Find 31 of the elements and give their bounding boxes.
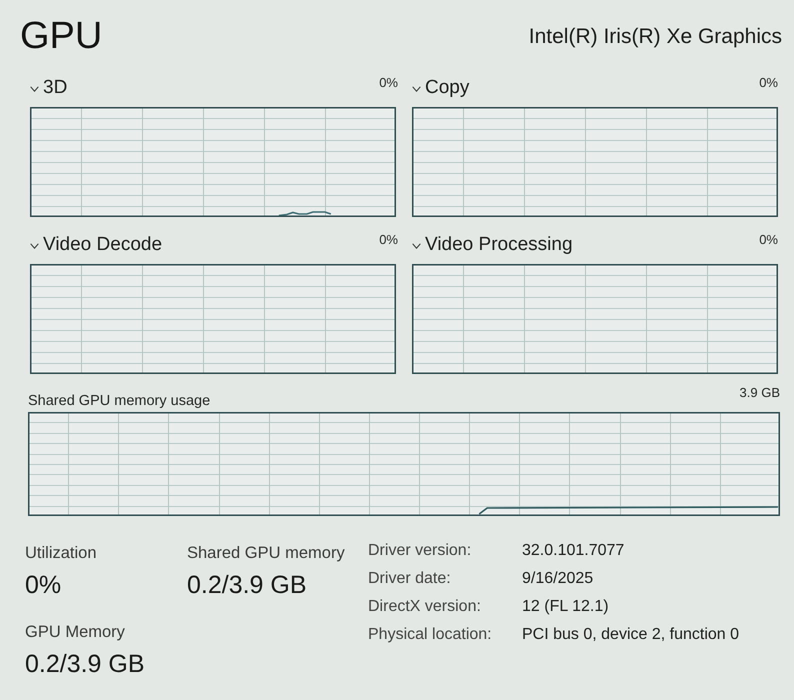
engine-selector[interactable]: Video Processing — [412, 233, 573, 257]
detail-label: Driver version: — [368, 541, 472, 561]
engine-selector[interactable]: Copy — [412, 76, 470, 100]
graph-label: Shared GPU memory usage — [28, 392, 210, 410]
usage-reading: 0% — [379, 231, 398, 249]
device-name: Intel(R) Iris(R) Xe Graphics — [528, 24, 782, 50]
detail-value: PCI bus 0, device 2, function 0 — [522, 625, 740, 645]
stat-value: 0.2/3.9 GB — [25, 649, 146, 680]
usage-reading: 0% — [759, 231, 778, 249]
caret-icon — [30, 243, 39, 249]
graph-max-reading: 3.9 GB — [740, 384, 780, 402]
detail-value: 9/16/2025 — [522, 569, 594, 589]
detail-label: DirectX version: — [368, 597, 482, 617]
detail-value: 12 (FL 12.1) — [522, 597, 610, 617]
engine-selector[interactable]: Video Decode — [30, 233, 162, 257]
stat-value: 0% — [25, 570, 62, 601]
detail-label: Driver date: — [368, 569, 452, 589]
stat-label: Shared GPU memory — [187, 543, 346, 564]
stat-label: Utilization — [25, 543, 98, 564]
detail-value: 32.0.101.7077 — [522, 541, 626, 561]
detail-label: Physical location: — [368, 625, 493, 645]
page-title: GPU — [20, 14, 102, 58]
engine-selector[interactable]: 3D — [30, 76, 68, 100]
usage-reading: 0% — [379, 74, 398, 92]
usage-reading: 0% — [759, 74, 778, 92]
caret-icon — [30, 86, 39, 92]
caret-icon — [412, 243, 421, 249]
usage-line — [278, 211, 332, 216]
stat-value: 0.2/3.9 GB — [187, 570, 308, 601]
stat-label: GPU Memory — [25, 622, 126, 643]
caret-icon — [412, 86, 421, 92]
